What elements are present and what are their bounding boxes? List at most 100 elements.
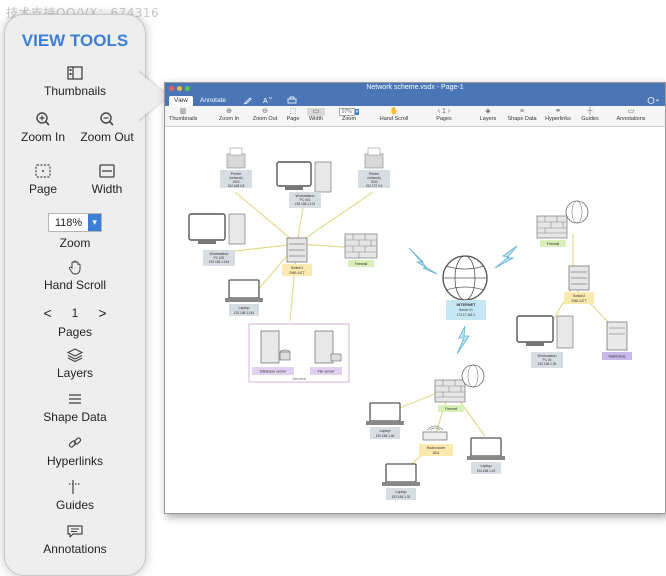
prev-page-button[interactable]: ‹: [438, 108, 440, 115]
laptop3-name: Laptop: [481, 464, 492, 468]
zoom-out-icon: [100, 112, 114, 126]
zoom-out-button[interactable]: Zoom Out: [75, 111, 139, 144]
tab-annotate[interactable]: Annotate: [195, 96, 231, 106]
database-server-node[interactable]: Database server: [252, 330, 294, 375]
thumbnails-button[interactable]: Thumbnails: [40, 65, 110, 98]
zoom-out-icon: ⊖: [262, 108, 268, 115]
tab-view[interactable]: View: [169, 96, 193, 106]
ribbon-hand-scroll-button[interactable]: ✋ Hand Scroll: [377, 108, 411, 122]
monitor-icon: [276, 161, 312, 187]
lightning-icon: [408, 247, 438, 275]
laptop-icon: [228, 279, 260, 299]
firewall-node-2[interactable]: Firewall: [536, 200, 589, 247]
laptop-node-3[interactable]: Laptop 192.168.1.43: [467, 437, 505, 474]
fit-page-icon: ⬚: [289, 108, 297, 115]
guides-button[interactable]: Guides: [25, 479, 125, 512]
tower-icon: [556, 315, 574, 349]
hyperlinks-button[interactable]: Hyperlinks: [25, 435, 125, 468]
ribbon-width-button[interactable]: ▭ Width: [307, 108, 325, 122]
pages-control: < 1 > Pages: [25, 305, 125, 339]
laptop4-name: Laptop: [396, 490, 407, 494]
zoom-in-icon: [36, 112, 50, 126]
shape-data-button[interactable]: Shape Data: [25, 391, 125, 424]
switch-node-2[interactable]: Switch2 2960-24TT: [564, 265, 594, 304]
printer-node-2[interactable]: Printer (network) 7000 192.172.0.4: [358, 147, 390, 188]
view-tools-panel: VIEW TOOLS Thumbnails Zoom In Zoom Out P…: [4, 14, 146, 576]
zoom-in-button[interactable]: Zoom In: [11, 111, 75, 144]
pen-icon[interactable]: [243, 96, 252, 105]
printer-node-1[interactable]: Printer (network) 1900 192.168.0.8: [220, 147, 252, 188]
settings-icon[interactable]: [647, 96, 659, 105]
printer-icon: [226, 153, 246, 169]
next-page-button[interactable]: >: [98, 305, 106, 321]
ribbon-page-button[interactable]: ⬚ Page: [285, 108, 301, 122]
ribbon-annotations-button[interactable]: ▭ Annotations: [613, 108, 649, 122]
layers-icon: ◈: [485, 108, 491, 115]
page-label: Page: [28, 182, 58, 196]
printer-icon: [364, 153, 384, 169]
annotations-button[interactable]: Annotations: [25, 523, 125, 556]
monitor-icon: [516, 315, 554, 343]
ribbon-zoom-select[interactable]: 97% ▾: [335, 108, 363, 116]
workstation-node-2[interactable]: Workstation PC #02 192.168.1.164: [188, 213, 246, 266]
mainframe-icon: [606, 321, 628, 351]
workstation-node-1[interactable]: Workstation PC #01 192.168.1.123: [276, 161, 332, 208]
firewall-node-1[interactable]: Firewall: [344, 233, 378, 267]
workstation3-ip: 192.168.1.35: [538, 362, 557, 366]
zoom-control: 118% ▾ Zoom: [15, 213, 135, 250]
layers-button[interactable]: Layers: [25, 347, 125, 380]
guides-icon: [69, 480, 81, 494]
ribbon-thumbnails-label: Thumbnails: [169, 116, 198, 122]
ribbon-zoom-out-button[interactable]: ⊖ Zoom Out: [251, 108, 279, 122]
mainframe-node[interactable]: Mainframe: [602, 321, 632, 360]
width-button[interactable]: Width: [75, 163, 139, 196]
laptop3-ip: 192.168.1.43: [477, 469, 496, 473]
file-server-node[interactable]: File server: [310, 330, 342, 375]
laptop-node-1[interactable]: Laptop 192.168.1.164: [225, 279, 263, 316]
ribbon-thumbnails-button[interactable]: ▥ Thumbnails: [169, 108, 197, 122]
ribbon-toolbar: ▥ Thumbnails ⊕ Zoom In ⊖ Zoom Out ⬚ Page ▭ Wi…: [165, 106, 665, 127]
guides-label: Guides: [55, 498, 95, 512]
hyperlinks-label: Hyperlinks: [46, 454, 103, 468]
ribbon-layers-button[interactable]: ◈ Layers: [479, 108, 497, 122]
firewall-node-3[interactable]: Firewall: [434, 364, 485, 412]
diagram-canvas[interactable]: Servers Printer (network) 1900 192.168.0…: [165, 126, 665, 513]
tab-bar: View Annotate A: [165, 95, 665, 106]
ribbon-zoom-out-label: Zoom Out: [252, 116, 278, 122]
ribbon-zoom-in-button[interactable]: ⊕ Zoom In: [217, 108, 241, 122]
radiorouter-sub: 2811: [433, 451, 440, 455]
ribbon-annotations-label: Annotations: [616, 116, 646, 122]
switch2-sub: 2960-24TT: [571, 299, 587, 303]
ribbon-pages-label: Pages: [436, 116, 452, 122]
ribbon-shape-data-button[interactable]: ≡ Shape Data: [505, 108, 539, 122]
radiorouter-node[interactable]: Radiorouter 2811: [419, 425, 453, 456]
chevron-down-icon[interactable]: ▾: [354, 109, 360, 115]
annotations-label: Annotations: [43, 542, 107, 556]
ribbon-zoom-value: 97%: [338, 108, 355, 116]
ribbon-zoom-in-label: Zoom In: [218, 116, 240, 122]
page-button[interactable]: Page: [11, 163, 75, 196]
next-page-button[interactable]: ›: [448, 108, 450, 115]
guides-icon: ┼: [587, 108, 593, 115]
switch2-name: Switch2: [573, 294, 586, 298]
laptop2-name: Laptop: [380, 429, 391, 433]
monitor-icon: [188, 213, 226, 241]
chevron-down-icon[interactable]: ▾: [88, 214, 102, 231]
ribbon-hyperlinks-button[interactable]: ⚭ Hyperlinks: [543, 108, 573, 122]
laptop-node-4[interactable]: Laptop 192.168.1.32: [382, 463, 420, 500]
print-icon[interactable]: [287, 96, 297, 105]
prev-page-button[interactable]: <: [43, 305, 51, 321]
ribbon-shape-data-label: Shape Data: [507, 116, 537, 122]
zoom-out-label: Zoom Out: [80, 130, 134, 144]
workstation-node-3[interactable]: Workstation PC #3 192.168.1.35: [516, 315, 574, 368]
laptop-icon: [369, 402, 401, 422]
svg-text:A: A: [263, 98, 268, 105]
zoom-in-icon: ⊕: [226, 108, 232, 115]
hand-scroll-button[interactable]: Hand Scroll: [25, 259, 125, 292]
laptop-node-2[interactable]: Laptop 192.168.1.46: [366, 402, 404, 439]
internet-node[interactable]: INTERNET Server #1 172.17.161.2: [442, 255, 488, 320]
ribbon-guides-button[interactable]: ┼ Guides: [579, 108, 601, 122]
text-tool-icon[interactable]: A: [263, 96, 273, 105]
zoom-select[interactable]: 118% ▾: [47, 213, 103, 232]
laptop1-ip: 192.168.1.164: [234, 311, 255, 315]
